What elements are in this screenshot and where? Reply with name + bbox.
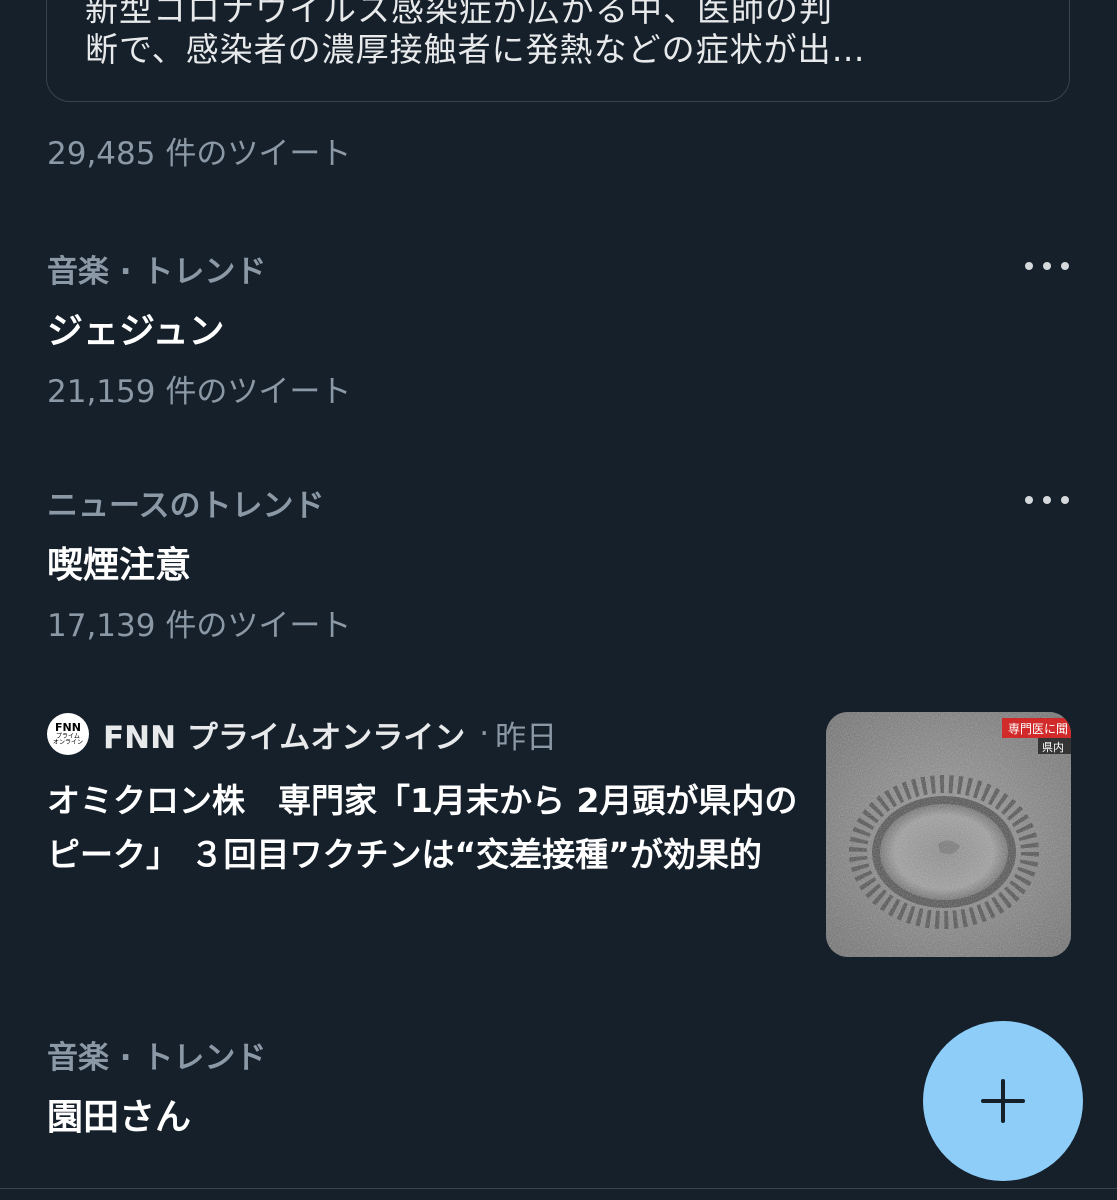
- plus-icon: [981, 1079, 1025, 1123]
- trend-name: ジェジュン: [47, 311, 225, 352]
- trend-name: 喫煙注意: [47, 545, 192, 586]
- ellipsis-dot: [1061, 262, 1069, 270]
- thumbnail-caption: 県内: [1042, 740, 1064, 754]
- bottom-divider: [0, 1188, 1117, 1189]
- logo-text: オンライン: [52, 739, 83, 746]
- ellipsis-dot: [1043, 496, 1051, 504]
- source-name: FNN プライムオンライン: [103, 719, 466, 756]
- trend-context: ニュースのトレンド: [47, 488, 325, 524]
- virus-image: 専門医に聞 県内: [826, 712, 1071, 957]
- story-headline: オミクロン株 専門家「1月末から 2月頭が県内のピーク」 ３回目ワクチンは“交差…: [47, 781, 798, 874]
- trend-context: 音楽 · トレンド: [47, 254, 267, 290]
- ellipsis-dot: [1061, 496, 1069, 504]
- compose-tweet-button[interactable]: [923, 1021, 1083, 1181]
- separator-dot: ·: [479, 716, 490, 752]
- news-story[interactable]: FNN プライム オンライン FNN プライムオンライン · 昨日 オミクロン株…: [0, 712, 1117, 962]
- trend-name: 園田さん: [47, 1097, 192, 1138]
- logo-text: FNN: [55, 721, 81, 734]
- trend-item[interactable]: 音楽 · トレンド ジェジュン 21,159 件のツイート: [0, 246, 1117, 416]
- story-source-row: FNN プライム オンライン FNN プライムオンライン · 昨日: [47, 712, 557, 756]
- story-time: 昨日: [495, 719, 558, 756]
- card-text: 断で、感染者の濃厚接触者に発熱などの症状が出…: [85, 30, 866, 69]
- ellipsis-icon: [1025, 262, 1033, 270]
- trend-tweet-count: 17,139 件のツイート: [47, 608, 352, 644]
- thumbnail-caption: 専門医に聞: [1008, 722, 1068, 736]
- news-preview-card[interactable]: 新型コロナウイルス感染症が広がる中、医師の判 断で、感染者の濃厚接触者に発熱など…: [46, 0, 1070, 102]
- trend-tweet-count: 21,159 件のツイート: [47, 374, 352, 410]
- more-options-button[interactable]: [1025, 486, 1069, 514]
- more-options-button[interactable]: [1025, 252, 1069, 280]
- ellipsis-icon: [1025, 496, 1033, 504]
- source-avatar: FNN プライム オンライン: [47, 713, 89, 755]
- story-thumbnail[interactable]: 専門医に聞 県内: [826, 712, 1071, 957]
- ellipsis-dot: [1043, 262, 1051, 270]
- trend-item[interactable]: ニュースのトレンド 喫煙注意 17,139 件のツイート: [0, 480, 1117, 650]
- trend-context: 音楽 · トレンド: [47, 1040, 267, 1076]
- trends-feed: 新型コロナウイルス感染症が広がる中、医師の判 断で、感染者の濃厚接触者に発熱など…: [0, 0, 1117, 1200]
- tweet-count: 29,485 件のツイート: [47, 136, 352, 172]
